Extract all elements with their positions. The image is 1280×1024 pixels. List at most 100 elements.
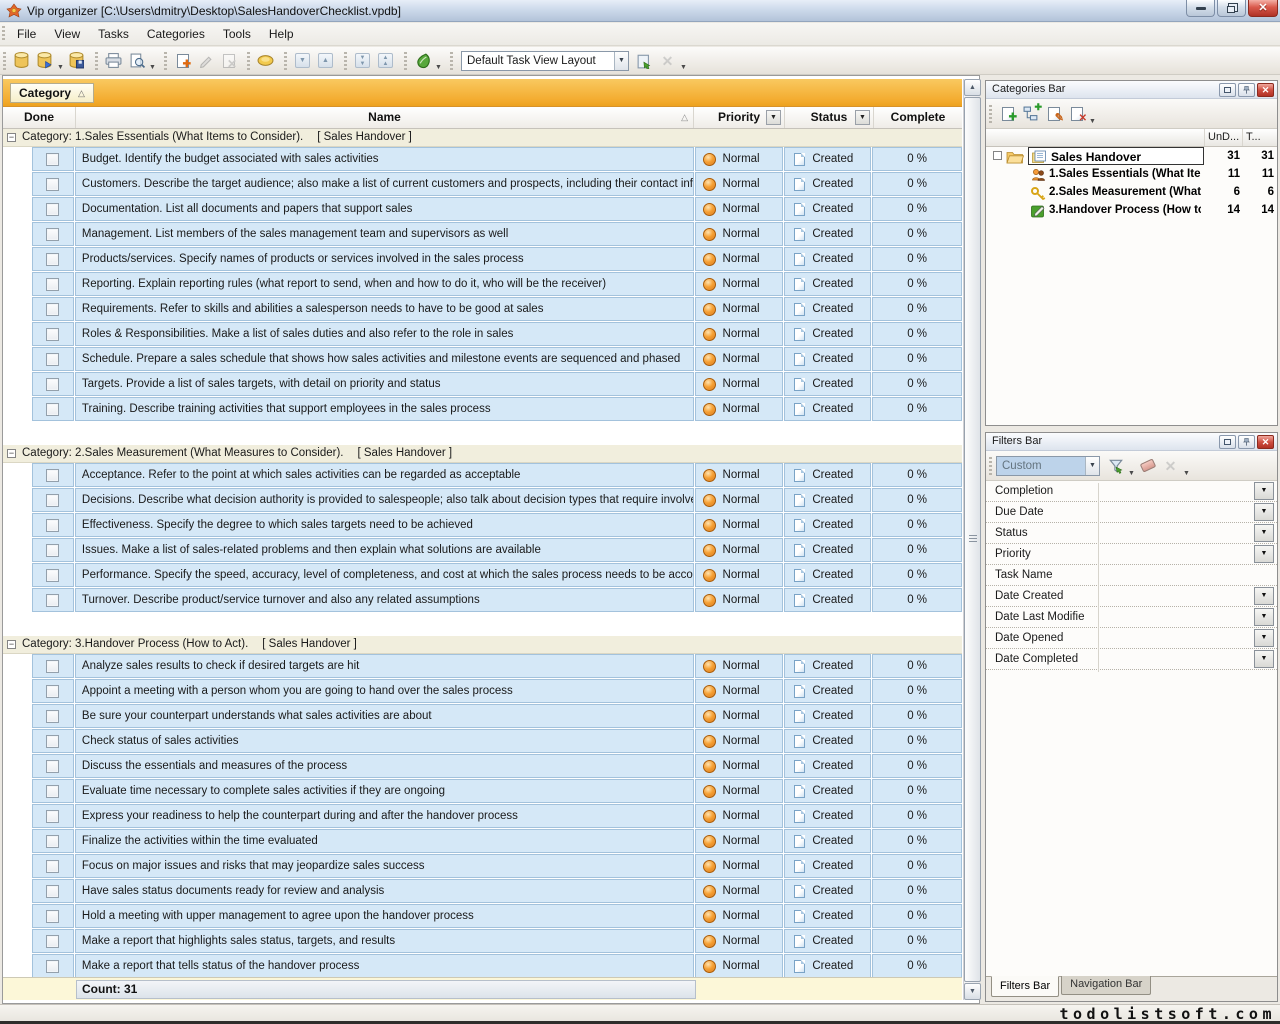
done-checkbox[interactable] — [46, 710, 59, 723]
status-cell[interactable]: Created — [784, 754, 871, 778]
tree-category-row[interactable]: 3.Handover Process (How to1414 — [986, 201, 1277, 219]
category-group-row[interactable]: −Category: 1.Sales Essentials (What Item… — [3, 129, 962, 147]
complete-cell[interactable]: 0 % — [872, 879, 962, 903]
task-row[interactable]: Issues. Make a list of sales-related pro… — [3, 538, 962, 562]
complete-cell[interactable]: 0 % — [872, 754, 962, 778]
status-cell[interactable]: Created — [784, 879, 871, 903]
priority-cell[interactable]: Normal — [695, 297, 784, 321]
status-cell[interactable]: Created — [784, 488, 871, 512]
status-cell[interactable]: Created — [784, 297, 871, 321]
collapse-expander-icon[interactable]: − — [7, 640, 16, 649]
priority-cell[interactable]: Normal — [695, 463, 784, 487]
status-cell[interactable]: Created — [784, 854, 871, 878]
priority-cell[interactable]: Normal — [695, 904, 784, 928]
status-cell[interactable]: Created — [784, 904, 871, 928]
filter-value-dropdown-icon[interactable]: ▼ — [1254, 608, 1274, 626]
status-cell[interactable]: Created — [784, 563, 871, 587]
task-row[interactable]: Turnover. Describe product/service turno… — [3, 588, 962, 612]
task-row[interactable]: Roles & Responsibilities. Make a list of… — [3, 322, 962, 346]
filter-row[interactable]: Priority▼ — [986, 544, 1277, 565]
categories-close-button[interactable]: ✕ — [1257, 83, 1274, 97]
priority-cell[interactable]: Normal — [695, 488, 784, 512]
task-row[interactable]: Evaluate time necessary to complete sale… — [3, 779, 962, 803]
priority-cell[interactable]: Normal — [695, 854, 784, 878]
done-checkbox[interactable] — [46, 860, 59, 873]
status-cell[interactable]: Created — [784, 779, 871, 803]
group-by-band[interactable]: Category △ — [3, 79, 962, 107]
new-database-button[interactable] — [10, 50, 33, 72]
status-cell[interactable]: Created — [784, 172, 871, 196]
complete-cell[interactable]: 0 % — [872, 222, 962, 246]
task-name-cell[interactable]: Requirements. Refer to skills and abilit… — [75, 297, 694, 321]
status-filter-dropdown-icon[interactable]: ▼ — [855, 110, 870, 125]
clear-layout-button[interactable]: ✕ — [656, 50, 679, 72]
close-button[interactable]: ✕ — [1248, 0, 1278, 17]
task-name-cell[interactable]: Analyze sales results to check if desire… — [75, 654, 694, 678]
complete-cell[interactable]: 0 % — [872, 247, 962, 271]
status-cell[interactable]: Created — [784, 463, 871, 487]
scroll-down-button[interactable]: ▼ — [964, 983, 981, 1000]
priority-cell[interactable]: Normal — [695, 929, 784, 953]
task-name-cell[interactable]: Turnover. Describe product/service turno… — [75, 588, 694, 612]
filter-row[interactable]: Due Date▼ — [986, 502, 1277, 523]
print-preview-button[interactable] — [125, 50, 148, 72]
task-row[interactable]: Appoint a meeting with a person whom you… — [3, 679, 962, 703]
priority-cell[interactable]: Normal — [695, 247, 784, 271]
filter-value-dropdown-icon[interactable]: ▼ — [1254, 545, 1274, 563]
move-down-button[interactable]: ▼ — [291, 50, 314, 72]
task-name-cell[interactable]: Have sales status documents ready for re… — [75, 879, 694, 903]
done-checkbox[interactable] — [46, 203, 59, 216]
task-row[interactable]: Check status of sales activitiesNormalCr… — [3, 729, 962, 753]
tree-collapse-icon[interactable] — [993, 151, 1002, 160]
priority-cell[interactable]: Normal — [695, 538, 784, 562]
filters-toolbar-dropdown-icon[interactable]: ▼ — [1182, 470, 1191, 480]
task-row[interactable]: Customers. Describe the target audience;… — [3, 172, 962, 196]
task-row[interactable]: Management. List members of the sales ma… — [3, 222, 962, 246]
filter-preset-combo[interactable]: Custom ▼ — [996, 456, 1100, 476]
complete-cell[interactable]: 0 % — [872, 729, 962, 753]
task-name-cell[interactable]: Products/services. Specify names of prod… — [75, 247, 694, 271]
priority-cell[interactable]: Normal — [695, 679, 784, 703]
complete-cell[interactable]: 0 % — [872, 954, 962, 977]
priority-cell[interactable]: Normal — [695, 954, 784, 977]
task-name-cell[interactable]: Discuss the essentials and measures of t… — [75, 754, 694, 778]
task-name-cell[interactable]: Performance. Specify the speed, accuracy… — [75, 563, 694, 587]
done-checkbox[interactable] — [46, 835, 59, 848]
save-filter-button[interactable] — [1104, 455, 1127, 477]
task-name-cell[interactable]: Decisions. Describe what decision author… — [75, 488, 694, 512]
priority-cell[interactable]: Normal — [695, 347, 784, 371]
complete-cell[interactable]: 0 % — [872, 172, 962, 196]
complete-cell[interactable]: 0 % — [872, 829, 962, 853]
complete-cell[interactable]: 0 % — [872, 679, 962, 703]
tree-selection-box[interactable]: Sales Handover — [1028, 147, 1204, 165]
layout-combo-arrow-icon[interactable]: ▼ — [614, 52, 628, 70]
status-cell[interactable]: Created — [784, 322, 871, 346]
task-row[interactable]: Budget. Identify the budget associated w… — [3, 147, 962, 171]
status-cell[interactable]: Created — [784, 679, 871, 703]
priority-cell[interactable]: Normal — [695, 513, 784, 537]
done-checkbox[interactable] — [46, 569, 59, 582]
print-dropdown-icon[interactable]: ▼ — [148, 64, 157, 74]
task-row[interactable]: Make a report that highlights sales stat… — [3, 929, 962, 953]
status-cell[interactable]: Created — [784, 729, 871, 753]
collapse-expander-icon[interactable]: − — [7, 449, 16, 458]
categories-pin-button[interactable] — [1238, 83, 1255, 97]
done-checkbox[interactable] — [46, 935, 59, 948]
tree-column-undone[interactable]: UnD... — [1204, 129, 1242, 146]
task-name-cell[interactable]: Roles & Responsibilities. Make a list of… — [75, 322, 694, 346]
menu-item-tools[interactable]: Tools — [214, 24, 260, 44]
task-name-cell[interactable]: Acceptance. Refer to the point at which … — [75, 463, 694, 487]
done-checkbox[interactable] — [46, 960, 59, 973]
task-name-cell[interactable]: Management. List members of the sales ma… — [75, 222, 694, 246]
task-row[interactable]: Express your readiness to help the count… — [3, 804, 962, 828]
done-checkbox[interactable] — [46, 885, 59, 898]
categories-restore-button[interactable] — [1219, 83, 1236, 97]
task-row[interactable]: Requirements. Refer to skills and abilit… — [3, 297, 962, 321]
task-row[interactable]: Reporting. Explain reporting rules (what… — [3, 272, 962, 296]
menu-item-view[interactable]: View — [45, 24, 89, 44]
filters-close-button[interactable]: ✕ — [1257, 435, 1274, 449]
done-checkbox[interactable] — [46, 760, 59, 773]
priority-filter-dropdown-icon[interactable]: ▼ — [766, 110, 781, 125]
done-checkbox[interactable] — [46, 910, 59, 923]
task-name-cell[interactable]: Appoint a meeting with a person whom you… — [75, 679, 694, 703]
